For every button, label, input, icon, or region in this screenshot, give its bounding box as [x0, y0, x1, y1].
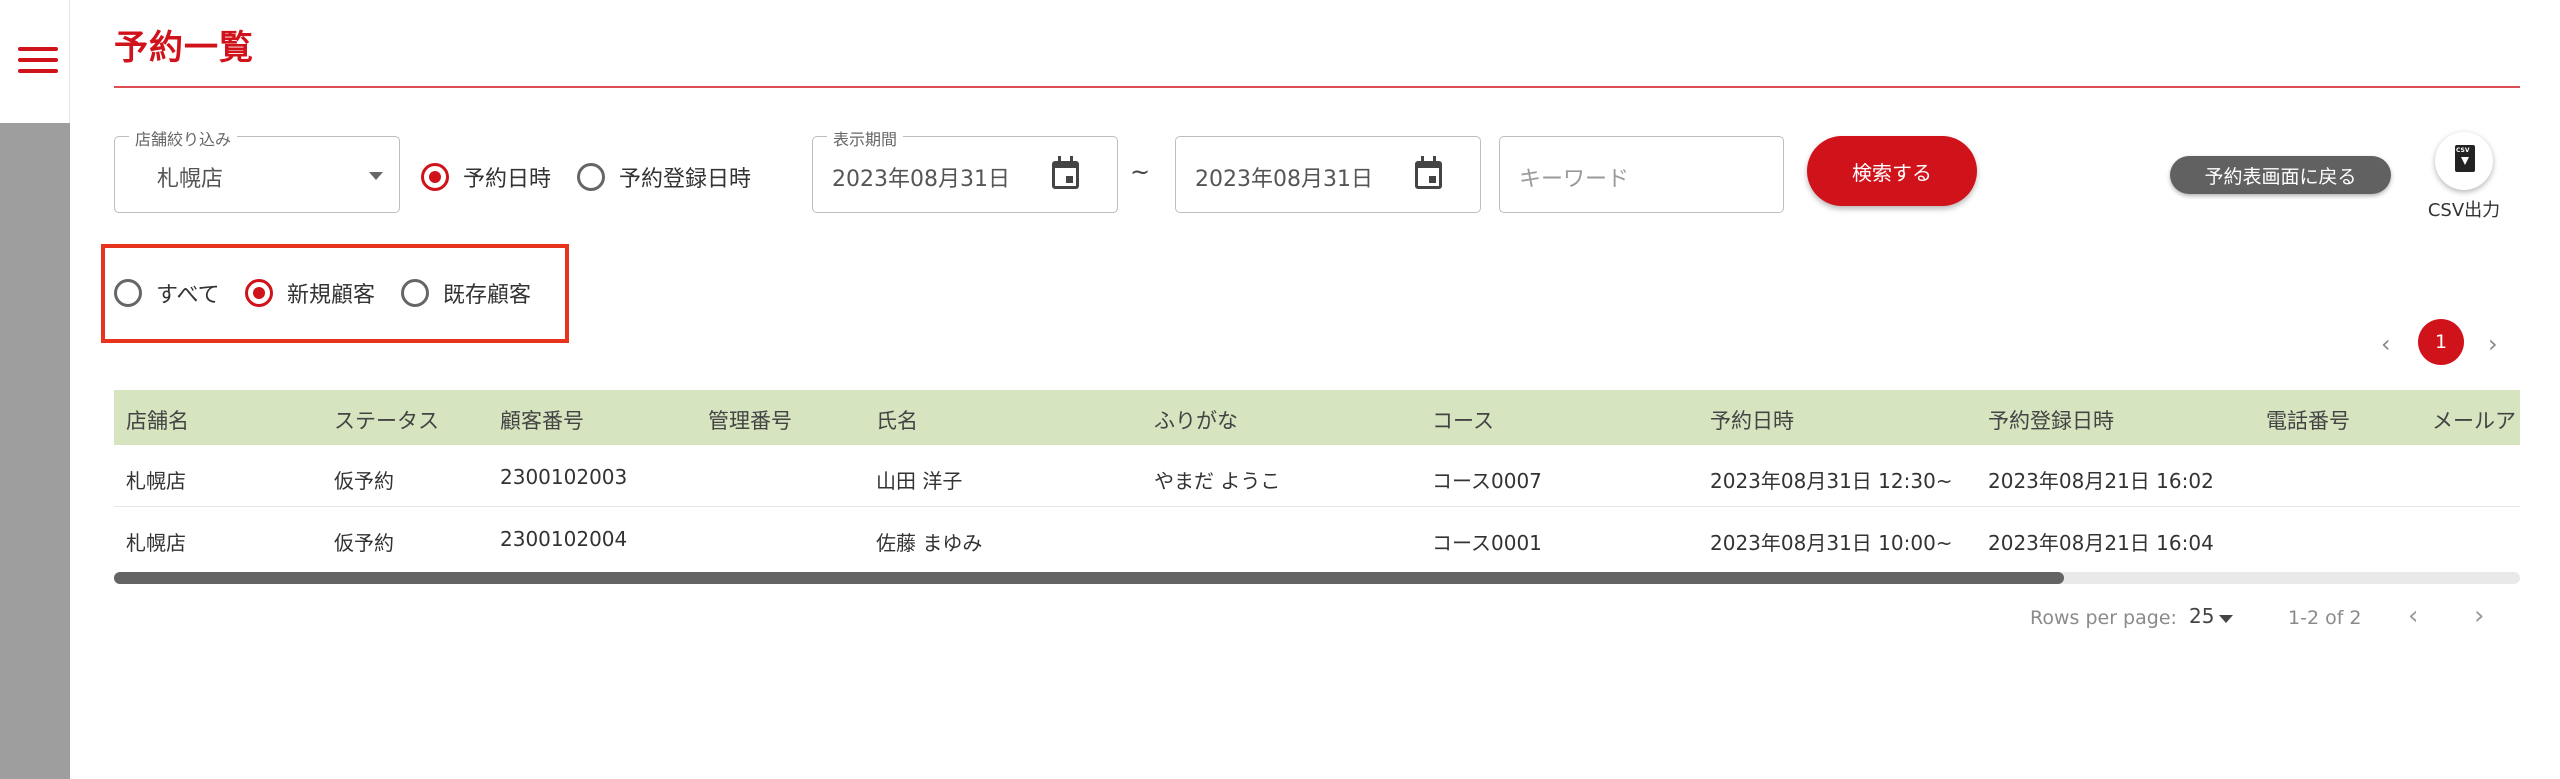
search-button[interactable]: 検索する [1807, 136, 1977, 206]
csv-export-label: CSV出力 [2427, 200, 2501, 221]
csv-export-button[interactable]: CSV CSV出力 [2420, 132, 2508, 222]
column-header[interactable]: ふりがな [1154, 405, 1238, 435]
column-header[interactable]: 予約登録日時 [1988, 405, 2114, 435]
radio-reservation-datetime[interactable]: 予約日時 [421, 161, 551, 193]
chevron-down-icon [369, 172, 383, 180]
nav-rail-header [0, 0, 70, 123]
period-to-field[interactable]: 2023年08月31日 [1175, 136, 1481, 213]
chevron-right-icon[interactable]: › [2474, 601, 2484, 631]
csv-icon-text: CSV [2456, 147, 2470, 154]
chevron-left-icon[interactable]: ‹ [2408, 601, 2418, 631]
radio-unchecked-icon [577, 163, 605, 191]
scrollbar-thumb[interactable] [114, 572, 2064, 584]
table-cell: 2023年08月31日 12:30~ [1710, 469, 1953, 493]
keyword-input[interactable]: キーワード [1499, 136, 1784, 213]
calendar-icon[interactable] [1052, 156, 1079, 189]
table-cell: 2023年08月31日 10:00~ [1710, 531, 1953, 555]
table-cell: 札幌店 [126, 469, 186, 493]
column-header[interactable]: 予約日時 [1710, 405, 1794, 435]
table-cell: 佐藤 まゆみ [876, 531, 983, 555]
table-cell: 2023年08月21日 16:02 [1988, 469, 2214, 493]
title-divider [114, 86, 2520, 88]
nav-rail [0, 123, 70, 779]
chevron-left-icon[interactable]: ‹ [2381, 330, 2391, 358]
back-to-schedule-button[interactable]: 予約表画面に戻る [2170, 156, 2391, 194]
menu-icon[interactable] [18, 47, 58, 79]
column-header[interactable]: 電話番号 [2266, 405, 2350, 435]
table-cell: 仮予約 [334, 469, 394, 493]
page-range-text: 1-2 of 2 [2288, 607, 2362, 629]
horizontal-scrollbar[interactable] [114, 572, 2520, 584]
table-row[interactable]: 札幌店 仮予約 2300102004 佐藤 まゆみ コース0001 2023年0… [114, 507, 2520, 569]
column-header[interactable]: コース [1432, 405, 1494, 435]
page-title: 予約一覧 [114, 28, 254, 68]
table-header-row: 店舗名 ステータス 顧客番号 管理番号 氏名 ふりがな コース 予約日時 予約登… [114, 390, 2520, 445]
column-header[interactable]: 氏名 [876, 405, 918, 435]
radio-label: 予約日時 [463, 167, 552, 192]
column-header[interactable]: 店舗名 [126, 405, 189, 435]
period-from-value: 2023年08月31日 [832, 167, 1010, 192]
table-cell: 札幌店 [126, 531, 186, 555]
radio-registration-datetime[interactable]: 予約登録日時 [577, 161, 751, 193]
store-select-value: 札幌店 [157, 167, 224, 192]
chevron-right-icon[interactable]: › [2488, 330, 2498, 358]
table-cell: 2023年08月21日 16:04 [1988, 531, 2214, 555]
table-row[interactable]: 札幌店 仮予約 2300102003 山田 洋子 やまだ ようこ コース0007… [114, 445, 2520, 507]
radio-label: 予約登録日時 [619, 167, 752, 192]
rows-per-page-select[interactable]: 25 [2189, 604, 2214, 628]
period-legend: 表示期間 [827, 126, 904, 150]
rows-per-page-label: Rows per page: [2030, 607, 2177, 629]
store-select[interactable]: 店舗絞り込み 札幌店 [114, 126, 400, 213]
period-to-value: 2023年08月31日 [1195, 167, 1373, 192]
table-cell: やまだ ようこ [1154, 469, 1281, 493]
calendar-icon[interactable] [1415, 156, 1442, 189]
reservation-table: 店舗名 ステータス 顧客番号 管理番号 氏名 ふりがな コース 予約日時 予約登… [114, 390, 2520, 584]
table-cell: 2300102003 [500, 465, 628, 489]
table-cell: コース0007 [1432, 469, 1542, 493]
table-cell: コース0001 [1432, 531, 1542, 555]
keyword-placeholder: キーワード [1519, 167, 1630, 192]
table-cell: 仮予約 [334, 531, 394, 555]
radio-checked-icon [421, 163, 449, 191]
table-cell: 2300102004 [500, 527, 628, 551]
period-separator: ~ [1130, 158, 1151, 186]
column-header[interactable]: 顧客番号 [500, 405, 584, 435]
highlight-annotation-box [101, 244, 569, 343]
csv-download-icon: CSV [2435, 132, 2493, 190]
column-header[interactable]: 管理番号 [708, 405, 792, 435]
column-header[interactable]: メールアドレス [2432, 405, 2520, 435]
period-from-field[interactable]: 表示期間 2023年08月31日 [812, 126, 1118, 213]
table-cell: 山田 洋子 [876, 469, 963, 493]
chevron-down-icon[interactable] [2219, 615, 2233, 623]
page-button-current[interactable]: 1 [2418, 319, 2464, 365]
column-header[interactable]: ステータス [334, 405, 439, 435]
store-select-legend: 店舗絞り込み [129, 126, 238, 150]
